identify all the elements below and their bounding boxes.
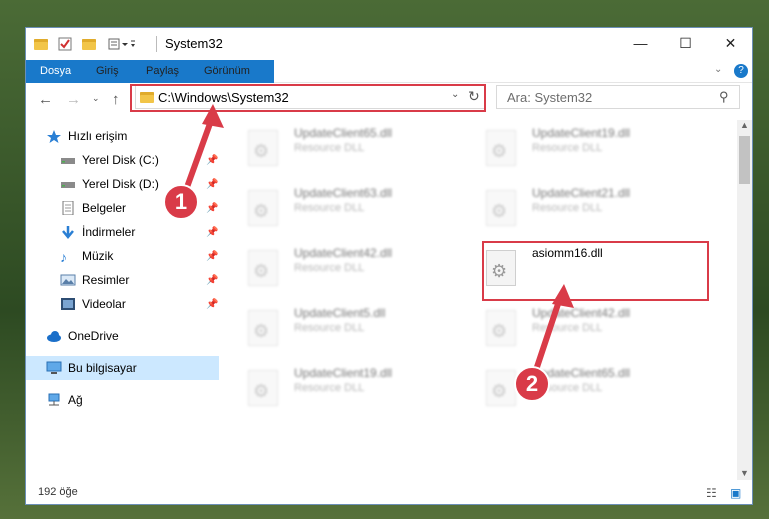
step-2-badge: 2	[514, 366, 550, 402]
step-1-badge: 1	[163, 184, 199, 220]
arrow-1-head	[202, 104, 224, 128]
arrow-2-head	[552, 284, 574, 308]
arrow-1-line	[183, 116, 215, 192]
arrow-2-line	[533, 297, 563, 371]
annotation-arrows	[183, 104, 574, 371]
